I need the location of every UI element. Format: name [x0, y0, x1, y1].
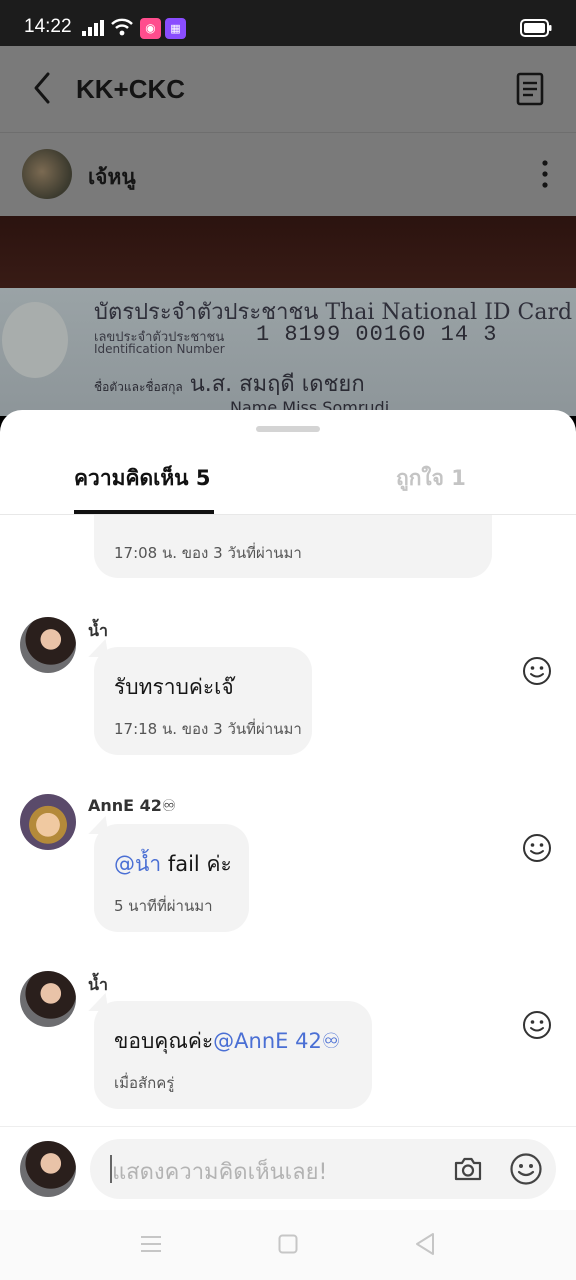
comment-time: 17:08 น. ของ 3 วันที่ผ่านมา — [114, 544, 302, 562]
comment-input[interactable]: แสดงความคิดเห็นเลย! — [90, 1139, 556, 1199]
chevron-left-icon[interactable] — [26, 68, 60, 108]
camera-icon[interactable] — [452, 1153, 484, 1185]
mention-link[interactable]: @AnnE 42♾ — [213, 1029, 340, 1053]
comment-bubble[interactable]: @น้ำ fail ค่ะ 5 นาทีที่ผ่านมา — [94, 824, 249, 932]
emoji-react-icon[interactable] — [522, 1010, 552, 1040]
comment-input-bar: แสดงความคิดเห็นเลย! — [0, 1126, 576, 1210]
comment-time: 17:18 น. ของ 3 วันที่ผ่านมา — [114, 720, 302, 738]
wifi-icon — [111, 18, 133, 36]
pink-app-icon: ◉ — [140, 18, 161, 39]
battery-icon — [520, 19, 552, 37]
comments-sheet: ความคิดเห็น 5 ถูกใจ 1 17:08 น. ของ 3 วัน… — [0, 410, 576, 1280]
comment-bubble[interactable]: รับทราบค่ะเจ๊ 17:18 น. ของ 3 วันที่ผ่านม… — [94, 647, 312, 755]
emoji-icon[interactable] — [509, 1152, 543, 1186]
emoji-react-icon[interactable] — [522, 833, 552, 863]
id-card-label-en: Identification Number — [94, 342, 225, 356]
purple-app-icon: ▦ — [165, 18, 186, 39]
status-time: 14:22 — [24, 16, 72, 37]
back-triangle-icon[interactable] — [414, 1232, 436, 1256]
status-bar: 14:22 ◉ ▦ — [0, 0, 576, 46]
home-square-icon[interactable] — [278, 1234, 298, 1254]
id-card-name: ชื่อตัวและชื่อสกุล น.ส. สมฤดี เดชยก — [94, 366, 365, 401]
comment-author[interactable]: AnnE 42♾ — [88, 796, 176, 815]
post-photo[interactable]: บัตรประจำตัวประชาชน Thai National ID Car… — [0, 216, 576, 416]
id-card-number: 1 8199 00160 14 3 — [256, 322, 498, 347]
comment-time: เมื่อสักครู่ — [114, 1074, 175, 1092]
emblem-icon — [2, 302, 68, 378]
tab-likes[interactable]: ถูกใจ 1 — [396, 462, 466, 495]
page-title: KK+CKC — [76, 74, 186, 104]
comment-text: @น้ำ fail ค่ะ — [114, 848, 232, 881]
emoji-react-icon[interactable] — [522, 656, 552, 686]
post-header-backdrop — [0, 46, 576, 216]
comment-placeholder: แสดงความคิดเห็นเลย! — [112, 1160, 328, 1185]
author-avatar[interactable] — [22, 149, 72, 199]
mention-link[interactable]: @น้ำ — [114, 852, 161, 876]
signal-icon — [82, 20, 104, 36]
comment-text-body: fail ค่ะ — [161, 852, 232, 876]
comment-text: ขอบคุณค่ะ@AnnE 42♾ — [114, 1025, 341, 1058]
id-card-name-label: ชื่อตัวและชื่อสกุล — [94, 380, 183, 394]
menu-icon[interactable] — [140, 1234, 162, 1254]
id-card-name-value: น.ส. สมฤดี เดชยก — [189, 372, 365, 397]
comment-time: 5 นาทีที่ผ่านมา — [114, 897, 213, 915]
avatar[interactable] — [20, 794, 76, 850]
comment-text-body: ขอบคุณค่ะ — [114, 1029, 214, 1053]
comment-bubble[interactable]: ขอบคุณค่ะ@AnnE 42♾ เมื่อสักครู่ — [94, 1001, 372, 1109]
avatar[interactable] — [20, 617, 76, 673]
comment-list[interactable]: 17:08 น. ของ 3 วันที่ผ่านมา น้ำ รับทราบค… — [0, 515, 576, 1125]
sheet-drag-handle[interactable] — [256, 426, 320, 432]
comment-bubble[interactable]: 17:08 น. ของ 3 วันที่ผ่านมา — [94, 515, 492, 578]
header-divider — [0, 132, 576, 133]
avatar[interactable] — [20, 971, 76, 1027]
author-name[interactable]: เจ้หนู — [88, 161, 136, 194]
comment-text: รับทราบค่ะเจ๊ — [114, 675, 234, 699]
system-nav-bar — [0, 1210, 576, 1280]
tab-comments[interactable]: ความคิดเห็น 5 — [74, 462, 214, 495]
document-icon[interactable] — [512, 70, 548, 108]
my-avatar — [20, 1141, 76, 1197]
more-vertical-icon[interactable] — [536, 158, 554, 190]
